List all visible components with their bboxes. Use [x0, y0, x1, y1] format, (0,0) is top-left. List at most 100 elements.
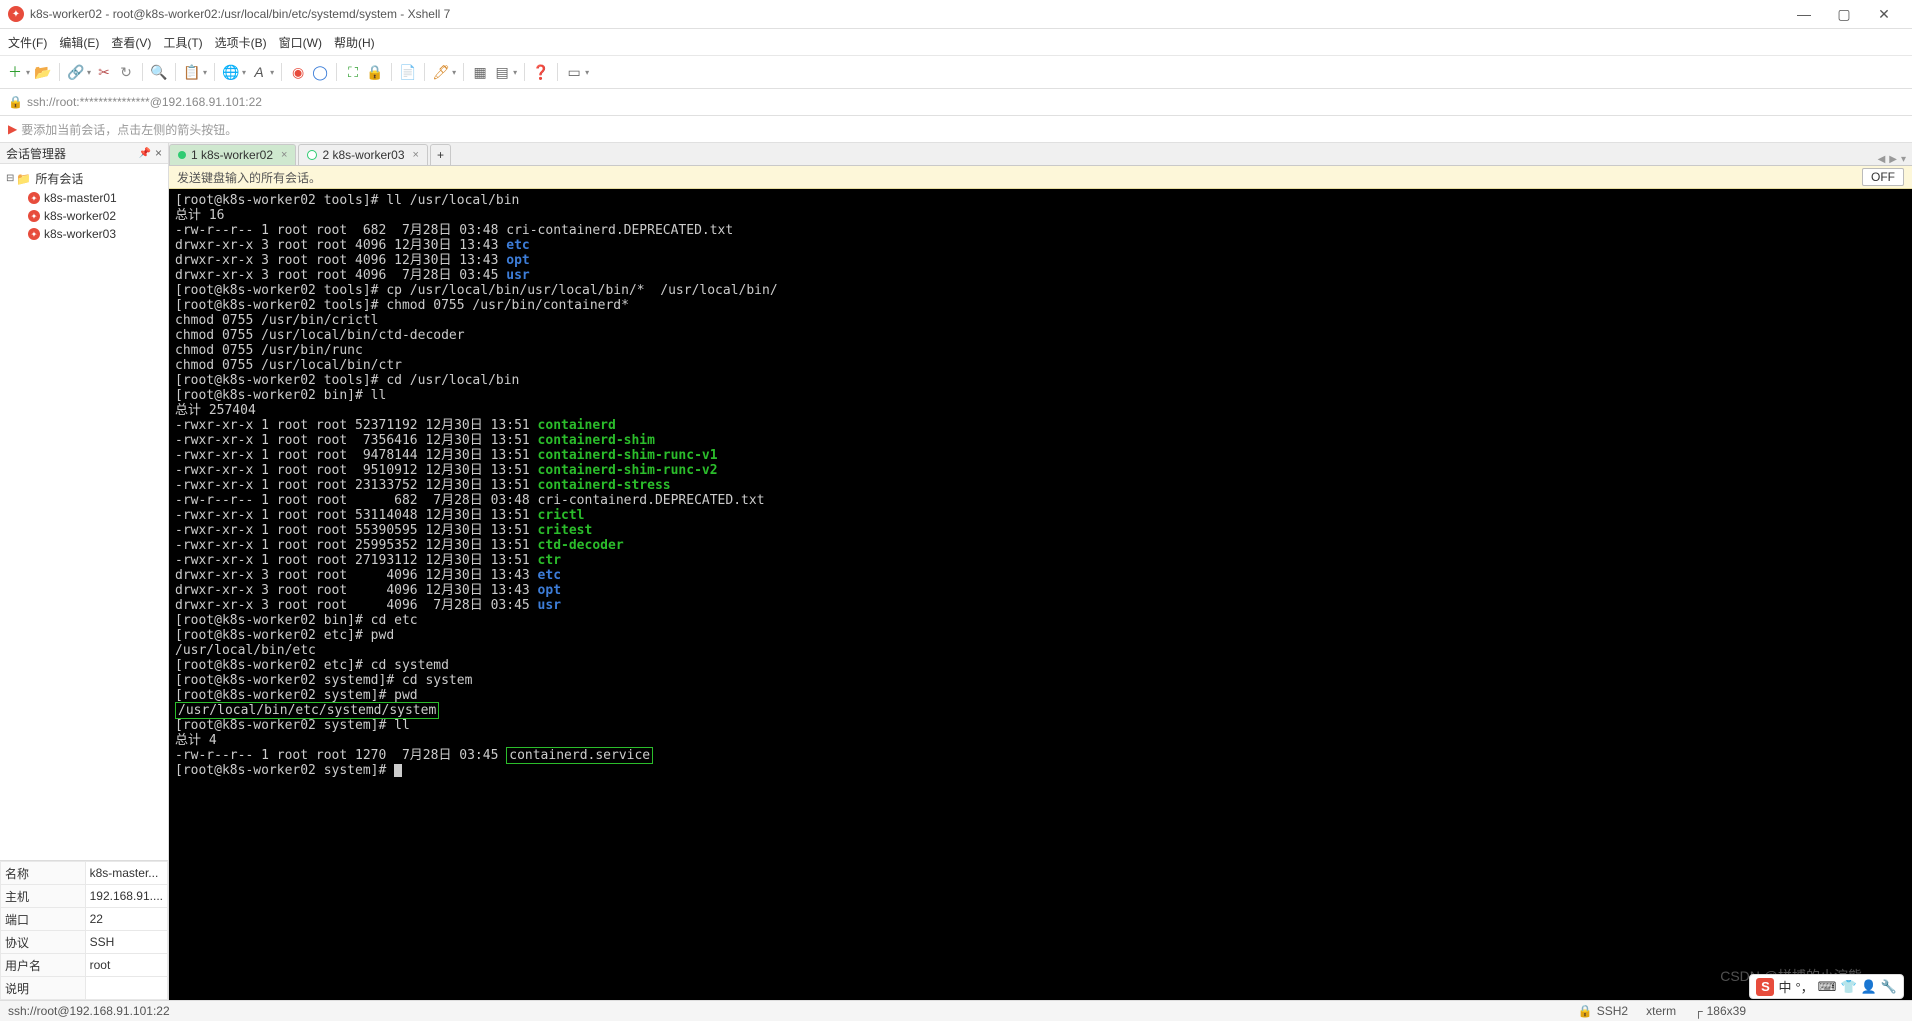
prop-label: 协议: [1, 931, 86, 954]
layout1-icon[interactable]: ▦: [471, 63, 489, 81]
status-url: ssh://root@192.168.91.101:22: [8, 1004, 170, 1018]
tab-status-icon: [178, 151, 186, 159]
tab-nav-menu-icon[interactable]: ▾: [1901, 154, 1906, 165]
prop-value: 192.168.91....: [85, 885, 167, 908]
tab-status-icon: [307, 150, 317, 160]
tab-nav-right-icon[interactable]: ▶: [1889, 154, 1897, 165]
menu-window[interactable]: 窗口(W): [279, 34, 322, 51]
lock-icon[interactable]: 🔒: [366, 63, 384, 81]
tree-root[interactable]: ⊟ 📁 所有会话: [0, 168, 168, 189]
prop-value: 22: [85, 908, 167, 931]
minimize-button[interactable]: —: [1784, 6, 1824, 22]
tab-close-icon[interactable]: ×: [281, 149, 287, 161]
prop-label: 主机: [1, 885, 86, 908]
pane-title-bar: 会话管理器 📌 ×: [0, 143, 168, 164]
address-url: ssh://root:***************@192.168.91.10…: [27, 95, 262, 109]
session-icon: ✦: [28, 228, 40, 240]
pin-icon[interactable]: 📌: [139, 148, 151, 159]
terminal-cursor: [394, 764, 402, 777]
copy-icon[interactable]: 📋: [183, 63, 201, 81]
lock-small-icon: 🔒: [8, 95, 23, 109]
ime-keyboard-icon[interactable]: ⌨: [1818, 979, 1837, 995]
layout2-icon[interactable]: ▤: [493, 63, 511, 81]
session-manager-pane: 会话管理器 📌 × ⊟ 📁 所有会话 ✦k8s-master01 ✦k8s-wo…: [0, 143, 169, 1000]
tree-root-label: 所有会话: [35, 170, 83, 187]
link-icon[interactable]: 🔗: [67, 63, 85, 81]
status-term: xterm: [1646, 1004, 1676, 1018]
ime-logo-icon: S: [1756, 978, 1774, 996]
hint-text: 要添加当前会话，点击左侧的箭头按钮。: [21, 121, 237, 138]
help-icon[interactable]: ❓: [532, 63, 550, 81]
flag-icon: ▶: [8, 122, 17, 136]
pane-close-icon[interactable]: ×: [155, 146, 162, 160]
ime-tool-icon[interactable]: 🔧: [1881, 979, 1897, 995]
ime-skin-icon[interactable]: 👕: [1840, 979, 1856, 995]
tab-k8s-worker02[interactable]: 1 k8s-worker02×: [169, 144, 296, 165]
tab-add-button[interactable]: +: [430, 144, 451, 165]
menu-tools[interactable]: 工具(T): [163, 34, 202, 51]
ime-bar[interactable]: S 中 °， ⌨ 👕 👤 🔧: [1749, 974, 1904, 999]
menu-bar: 文件(F) 编辑(E) 查看(V) 工具(T) 选项卡(B) 窗口(W) 帮助(…: [0, 29, 1912, 56]
prop-label: 端口: [1, 908, 86, 931]
menu-help[interactable]: 帮助(H): [334, 34, 375, 51]
folder-icon: 📁: [16, 172, 31, 186]
session-tree: ⊟ 📁 所有会话 ✦k8s-master01 ✦k8s-worker02 ✦k8…: [0, 164, 168, 860]
stop-icon[interactable]: ◯: [311, 63, 329, 81]
search-icon[interactable]: 🔍: [150, 63, 168, 81]
session-icon: ✦: [28, 210, 40, 222]
expand-icon[interactable]: ⛶: [344, 63, 362, 81]
tree-node[interactable]: ✦k8s-worker03: [0, 225, 168, 243]
status-bar: ssh://root@192.168.91.101:22 🔒 SSH2 xterm…: [0, 1000, 1912, 1021]
notes-icon[interactable]: 📄: [399, 63, 417, 81]
prop-label: 用户名: [1, 954, 86, 977]
globe-icon[interactable]: 🌐: [222, 63, 240, 81]
terminal[interactable]: [root@k8s-worker02 tools]# ll /usr/local…: [169, 189, 1912, 1000]
ime-user-icon[interactable]: 👤: [1861, 979, 1877, 995]
tree-node[interactable]: ✦k8s-worker02: [0, 207, 168, 225]
prop-value: [85, 977, 167, 1000]
prop-value: k8s-master...: [85, 862, 167, 885]
new-session-icon[interactable]: ＋: [6, 63, 24, 81]
close-button[interactable]: ✕: [1864, 6, 1904, 23]
font-icon[interactable]: A: [250, 63, 268, 81]
hint-bar: ▶ 要添加当前会话，点击左侧的箭头按钮。: [0, 116, 1912, 143]
broadcast-bar: 发送键盘输入的所有会话。 OFF: [169, 166, 1912, 189]
window-title: k8s-worker02 - root@k8s-worker02:/usr/lo…: [30, 7, 1784, 21]
pane-title: 会话管理器: [6, 145, 66, 162]
menu-view[interactable]: 查看(V): [111, 34, 151, 51]
open-icon[interactable]: 📂: [34, 63, 52, 81]
disconnect-icon[interactable]: ✂: [95, 63, 113, 81]
menu-edit[interactable]: 编辑(E): [59, 34, 99, 51]
status-ssh: SSH2: [1597, 1004, 1628, 1018]
dropdown-icon[interactable]: ▭: [565, 63, 583, 81]
prop-value: root: [85, 954, 167, 977]
address-bar[interactable]: 🔒 ssh://root:***************@192.168.91.…: [0, 89, 1912, 116]
reconnect-icon[interactable]: ↻: [117, 63, 135, 81]
tab-nav-left-icon[interactable]: ◀: [1878, 154, 1886, 165]
tab-k8s-worker03[interactable]: 2 k8s-worker03×: [298, 144, 427, 165]
highlight-icon[interactable]: 🖊: [432, 63, 450, 81]
record-icon[interactable]: ◉: [289, 63, 307, 81]
tree-node[interactable]: ✦k8s-master01: [0, 189, 168, 207]
highlight-pwd: /usr/local/bin/etc/systemd/system: [175, 702, 439, 719]
session-icon: ✦: [28, 192, 40, 204]
prop-label: 说明: [1, 977, 86, 1000]
title-bar: ✦ k8s-worker02 - root@k8s-worker02:/usr/…: [0, 0, 1912, 29]
maximize-button[interactable]: ▢: [1824, 6, 1864, 23]
ssh-status-icon: 🔒: [1578, 1004, 1593, 1018]
broadcast-toggle[interactable]: OFF: [1862, 168, 1904, 186]
property-grid: 名称k8s-master... 主机192.168.91.... 端口22 协议…: [0, 860, 168, 1000]
tab-close-icon[interactable]: ×: [413, 149, 419, 161]
ime-punct-icon[interactable]: °，: [1795, 977, 1813, 996]
app-icon: ✦: [8, 6, 24, 22]
highlight-service: containerd.service: [506, 747, 653, 764]
ime-mode: 中: [1778, 977, 1791, 996]
prop-label: 名称: [1, 862, 86, 885]
status-size: 186x39: [1707, 1004, 1746, 1018]
collapse-icon[interactable]: ⊟: [6, 173, 14, 184]
menu-tabs[interactable]: 选项卡(B): [215, 34, 267, 51]
prop-value: SSH: [85, 931, 167, 954]
menu-file[interactable]: 文件(F): [8, 34, 47, 51]
tab-strip: 1 k8s-worker02× 2 k8s-worker03× + ◀▶ ▾: [169, 143, 1912, 166]
toolbar: ＋▾ 📂 🔗▾ ✂ ↻ 🔍 📋▾ 🌐▾ A▾ ◉ ◯ ⛶ 🔒 📄 🖊▾ ▦ ▤▾…: [0, 56, 1912, 89]
